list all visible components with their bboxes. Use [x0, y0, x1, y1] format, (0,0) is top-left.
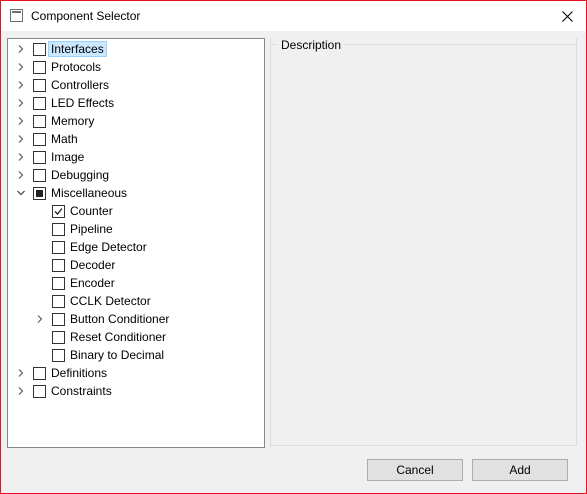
- tree-item-label: Interfaces: [48, 41, 107, 57]
- chevron-right-icon[interactable]: [17, 387, 25, 395]
- tree-item-label: Protocols: [51, 60, 102, 74]
- tree-item-encoder[interactable]: Encoder: [8, 274, 258, 292]
- tree-item-label: CCLK Detector: [70, 294, 151, 308]
- tree-item-memory[interactable]: Memory: [8, 112, 258, 130]
- tree-item-label: Reset Conditioner: [70, 330, 167, 344]
- tree-item-label: Memory: [51, 114, 95, 128]
- tree-item-checkbox[interactable]: [33, 385, 46, 398]
- component-tree[interactable]: Interfaces Protocols Controllers LED Effect…: [7, 38, 265, 448]
- close-icon[interactable]: [554, 3, 580, 29]
- tree-item-button-conditioner[interactable]: Button Conditioner: [8, 310, 258, 328]
- tree-item-label: Math: [51, 132, 78, 146]
- tree-item-counter[interactable]: Counter: [8, 202, 258, 220]
- tree-item-label: Definitions: [51, 366, 108, 380]
- tree-item-miscellaneous[interactable]: Miscellaneous: [8, 184, 258, 202]
- tree-item-binary-to-decimal[interactable]: Binary to Decimal: [8, 346, 258, 364]
- component-selector-window: Component Selector Interfaces Protocols Co…: [0, 0, 587, 494]
- tree-item-label: Encoder: [70, 276, 115, 290]
- window-title: Component Selector: [31, 9, 141, 23]
- tree-item-debugging[interactable]: Debugging: [8, 166, 258, 184]
- tree-item-checkbox[interactable]: [33, 79, 46, 92]
- chevron-right-icon[interactable]: [36, 315, 44, 323]
- chevron-down-icon[interactable]: [17, 189, 25, 197]
- chevron-right-icon[interactable]: [17, 171, 25, 179]
- tree-item-checkbox[interactable]: [52, 313, 65, 326]
- tree-item-protocols[interactable]: Protocols: [8, 58, 258, 76]
- tree-item-edge-detector[interactable]: Edge Detector: [8, 238, 258, 256]
- window-icon: [10, 9, 23, 22]
- chevron-right-icon[interactable]: [17, 369, 25, 377]
- tree-item-label: Binary to Decimal: [70, 348, 165, 362]
- tree-item-label: Miscellaneous: [51, 186, 128, 200]
- tree-item-label: Button Conditioner: [70, 312, 170, 326]
- tree-item-checkbox[interactable]: [33, 61, 46, 74]
- tree-item-math[interactable]: Math: [8, 130, 258, 148]
- tree-item-pipeline[interactable]: Pipeline: [8, 220, 258, 238]
- tree-item-checkbox[interactable]: [52, 277, 65, 290]
- chevron-right-icon[interactable]: [17, 99, 25, 107]
- chevron-right-icon[interactable]: [17, 45, 25, 53]
- tree-item-checkbox[interactable]: [33, 43, 46, 56]
- tree-item-decoder[interactable]: Decoder: [8, 256, 258, 274]
- chevron-right-icon[interactable]: [17, 63, 25, 71]
- tree-item-controllers[interactable]: Controllers: [8, 76, 258, 94]
- tree-item-label: Image: [51, 150, 85, 164]
- title-bar[interactable]: Component Selector: [1, 1, 586, 31]
- chevron-right-icon[interactable]: [17, 135, 25, 143]
- tree-item-label: Debugging: [51, 168, 110, 182]
- chevron-right-icon[interactable]: [17, 81, 25, 89]
- tree-item-checkbox[interactable]: [33, 97, 46, 110]
- description-group: Description: [270, 38, 577, 446]
- tree-item-label: Controllers: [51, 78, 110, 92]
- tree-item-checkbox[interactable]: [52, 205, 65, 218]
- tree-item-checkbox[interactable]: [52, 223, 65, 236]
- add-button[interactable]: Add: [472, 459, 568, 481]
- tree-item-interfaces[interactable]: Interfaces: [8, 40, 258, 58]
- tree-item-checkbox[interactable]: [52, 259, 65, 272]
- tree-item-checkbox[interactable]: [52, 295, 65, 308]
- tree-item-checkbox[interactable]: [52, 331, 65, 344]
- tree-item-constraints[interactable]: Constraints: [8, 382, 258, 400]
- tree-item-checkbox[interactable]: [33, 151, 46, 164]
- tree-item-checkbox[interactable]: [33, 367, 46, 380]
- tree-item-checkbox[interactable]: [33, 133, 46, 146]
- tree-item-cclk-detector[interactable]: CCLK Detector: [8, 292, 258, 310]
- tree-item-label: Edge Detector: [70, 240, 147, 254]
- tree-item-reset-conditioner[interactable]: Reset Conditioner: [8, 328, 258, 346]
- tree-item-label: Decoder: [70, 258, 116, 272]
- tree-item-checkbox[interactable]: [52, 241, 65, 254]
- cancel-button[interactable]: Cancel: [367, 459, 463, 481]
- tree-item-checkbox[interactable]: [33, 115, 46, 128]
- chevron-right-icon[interactable]: [17, 117, 25, 125]
- tree-item-label: Counter: [70, 204, 113, 218]
- tree-item-definitions[interactable]: Definitions: [8, 364, 258, 382]
- tree-item-label: Pipeline: [70, 222, 113, 236]
- tree-item-label: LED Effects: [51, 96, 115, 110]
- tree-item-checkbox[interactable]: [52, 349, 65, 362]
- tree-item-checkbox[interactable]: [33, 187, 46, 200]
- tree-item-checkbox[interactable]: [33, 169, 46, 182]
- tree-item-image[interactable]: Image: [8, 148, 258, 166]
- description-label: Description: [280, 38, 343, 52]
- chevron-right-icon[interactable]: [17, 153, 25, 161]
- tree-item-led-effects[interactable]: LED Effects: [8, 94, 258, 112]
- tree-item-label: Constraints: [51, 384, 112, 398]
